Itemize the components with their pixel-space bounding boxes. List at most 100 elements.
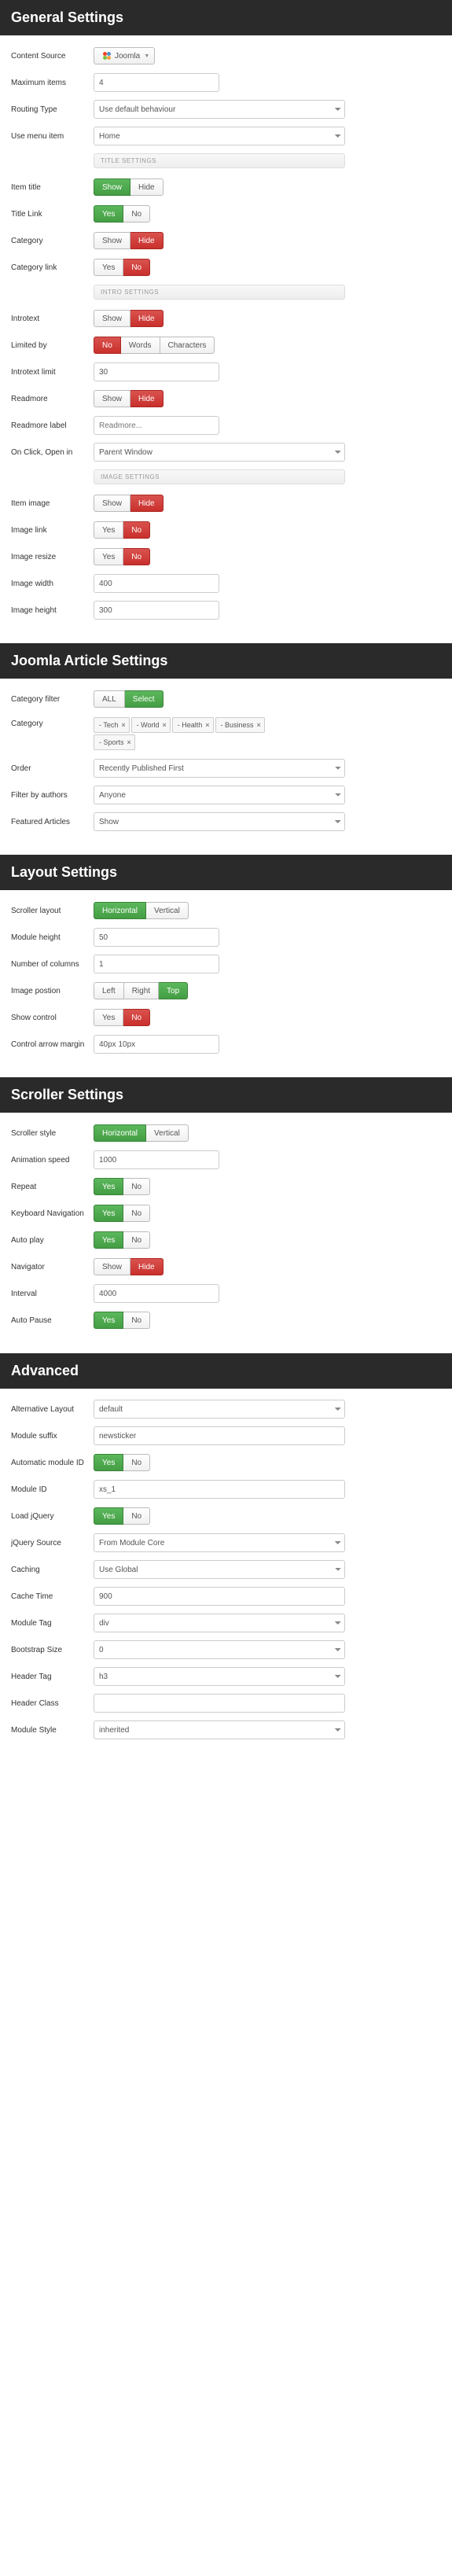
yes-button[interactable]: Yes <box>94 1009 123 1026</box>
routing-type-select[interactable]: Use default behaviour <box>94 100 345 119</box>
characters-button[interactable]: Characters <box>160 337 215 354</box>
image-position-toggle[interactable]: LeftRightTop <box>94 982 188 999</box>
hide-button[interactable]: Hide <box>130 1258 164 1275</box>
autopause-toggle[interactable]: YesNo <box>94 1312 150 1329</box>
item-title-toggle[interactable]: ShowHide <box>94 178 164 196</box>
right-button[interactable]: Right <box>124 982 159 999</box>
yes-button[interactable]: Yes <box>94 1231 123 1249</box>
filter-authors-select[interactable]: Anyone <box>94 786 345 804</box>
image-resize-toggle[interactable]: YesNo <box>94 548 150 565</box>
columns-input[interactable] <box>94 955 219 973</box>
title-link-toggle[interactable]: YesNo <box>94 205 150 223</box>
no-button[interactable]: No <box>123 548 150 565</box>
repeat-toggle[interactable]: YesNo <box>94 1178 150 1195</box>
show-button[interactable]: Show <box>94 232 130 249</box>
category-link-toggle[interactable]: YesNo <box>94 259 150 276</box>
yes-button[interactable]: Yes <box>94 1312 123 1329</box>
module-suffix-input[interactable] <box>94 1426 345 1445</box>
readmore-label-input[interactable] <box>94 416 219 435</box>
horizontal-button[interactable]: Horizontal <box>94 902 146 919</box>
category-tags[interactable]: - Tech×- World×- Health×- Business× - Spo… <box>94 716 266 751</box>
readmore-toggle[interactable]: ShowHide <box>94 390 164 407</box>
image-height-input[interactable] <box>94 601 219 620</box>
vertical-button[interactable]: Vertical <box>146 902 189 919</box>
category-tag[interactable]: - Health× <box>172 717 214 733</box>
no-button[interactable]: No <box>123 1178 150 1195</box>
category-toggle[interactable]: ShowHide <box>94 232 164 249</box>
header-class-input[interactable] <box>94 1694 345 1713</box>
no-button[interactable]: No <box>123 1454 150 1471</box>
show-button[interactable]: Show <box>94 390 130 407</box>
yes-button[interactable]: Yes <box>94 259 123 276</box>
image-width-input[interactable] <box>94 574 219 593</box>
tag-remove-icon[interactable]: × <box>162 721 166 729</box>
max-items-input[interactable] <box>94 73 219 92</box>
all-button[interactable]: ALL <box>94 690 125 708</box>
tag-remove-icon[interactable]: × <box>205 721 209 729</box>
scroller-layout-toggle[interactable]: HorizontalVertical <box>94 902 189 919</box>
module-tag-select[interactable]: div <box>94 1614 345 1632</box>
show-button[interactable]: Show <box>94 1258 130 1275</box>
words-button[interactable]: Words <box>121 337 160 354</box>
yes-button[interactable]: Yes <box>94 1507 123 1525</box>
speed-input[interactable] <box>94 1150 219 1169</box>
show-button[interactable]: Show <box>94 310 130 327</box>
hide-button[interactable]: Hide <box>130 495 164 512</box>
hide-button[interactable]: Hide <box>130 178 164 196</box>
category-tag[interactable]: - Business× <box>215 717 265 733</box>
category-tag[interactable]: - Tech× <box>94 717 130 733</box>
keyboard-toggle[interactable]: YesNo <box>94 1205 150 1222</box>
select-button[interactable]: Select <box>125 690 164 708</box>
hide-button[interactable]: Hide <box>130 232 164 249</box>
tag-remove-icon[interactable]: × <box>257 721 261 729</box>
show-button[interactable]: Show <box>94 495 130 512</box>
order-select[interactable]: Recently Published First <box>94 759 345 778</box>
load-jquery-toggle[interactable]: YesNo <box>94 1507 150 1525</box>
alt-layout-select[interactable]: default <box>94 1400 345 1419</box>
horizontal-button[interactable]: Horizontal <box>94 1124 146 1142</box>
on-click-select[interactable]: Parent Window <box>94 443 345 462</box>
tag-remove-icon[interactable]: × <box>121 721 125 729</box>
module-height-input[interactable] <box>94 928 219 947</box>
cache-time-input[interactable] <box>94 1587 345 1606</box>
scroller-style-toggle[interactable]: HorizontalVertical <box>94 1124 189 1142</box>
no-button[interactable]: No <box>123 1009 150 1026</box>
module-style-select[interactable]: inherited <box>94 1720 345 1739</box>
no-button[interactable]: No <box>123 521 150 539</box>
yes-button[interactable]: Yes <box>94 205 123 223</box>
tag-remove-icon[interactable]: × <box>127 738 131 746</box>
module-id-input[interactable] <box>94 1480 345 1499</box>
caching-select[interactable]: Use Global <box>94 1560 345 1579</box>
no-button[interactable]: No <box>123 1231 150 1249</box>
left-button[interactable]: Left <box>94 982 124 999</box>
vertical-button[interactable]: Vertical <box>146 1124 189 1142</box>
no-button[interactable]: No <box>94 337 121 354</box>
arrow-margin-input[interactable] <box>94 1035 219 1054</box>
no-button[interactable]: No <box>123 1312 150 1329</box>
header-tag-select[interactable]: h3 <box>94 1667 345 1686</box>
introtext-limit-input[interactable] <box>94 362 219 381</box>
introtext-toggle[interactable]: ShowHide <box>94 310 164 327</box>
image-link-toggle[interactable]: YesNo <box>94 521 150 539</box>
yes-button[interactable]: Yes <box>94 548 123 565</box>
show-control-toggle[interactable]: YesNo <box>94 1009 150 1026</box>
yes-button[interactable]: Yes <box>94 1178 123 1195</box>
yes-button[interactable]: Yes <box>94 521 123 539</box>
hide-button[interactable]: Hide <box>130 310 164 327</box>
bootstrap-select[interactable]: 0 <box>94 1640 345 1659</box>
hide-button[interactable]: Hide <box>130 390 164 407</box>
jquery-source-select[interactable]: From Module Core <box>94 1533 345 1552</box>
show-button[interactable]: Show <box>94 178 130 196</box>
content-source-dropdown[interactable]: Joomla▼ <box>94 47 155 64</box>
yes-button[interactable]: Yes <box>94 1454 123 1471</box>
top-button[interactable]: Top <box>159 982 188 999</box>
no-button[interactable]: No <box>123 1507 150 1525</box>
limited-by-toggle[interactable]: NoWordsCharacters <box>94 337 215 354</box>
category-tag[interactable]: - Sports× <box>94 734 135 750</box>
use-menu-select[interactable]: Home <box>94 127 345 145</box>
auto-id-toggle[interactable]: YesNo <box>94 1454 150 1471</box>
no-button[interactable]: No <box>123 205 150 223</box>
category-filter-toggle[interactable]: ALLSelect <box>94 690 164 708</box>
category-tag[interactable]: - World× <box>131 717 171 733</box>
featured-select[interactable]: Show <box>94 812 345 831</box>
